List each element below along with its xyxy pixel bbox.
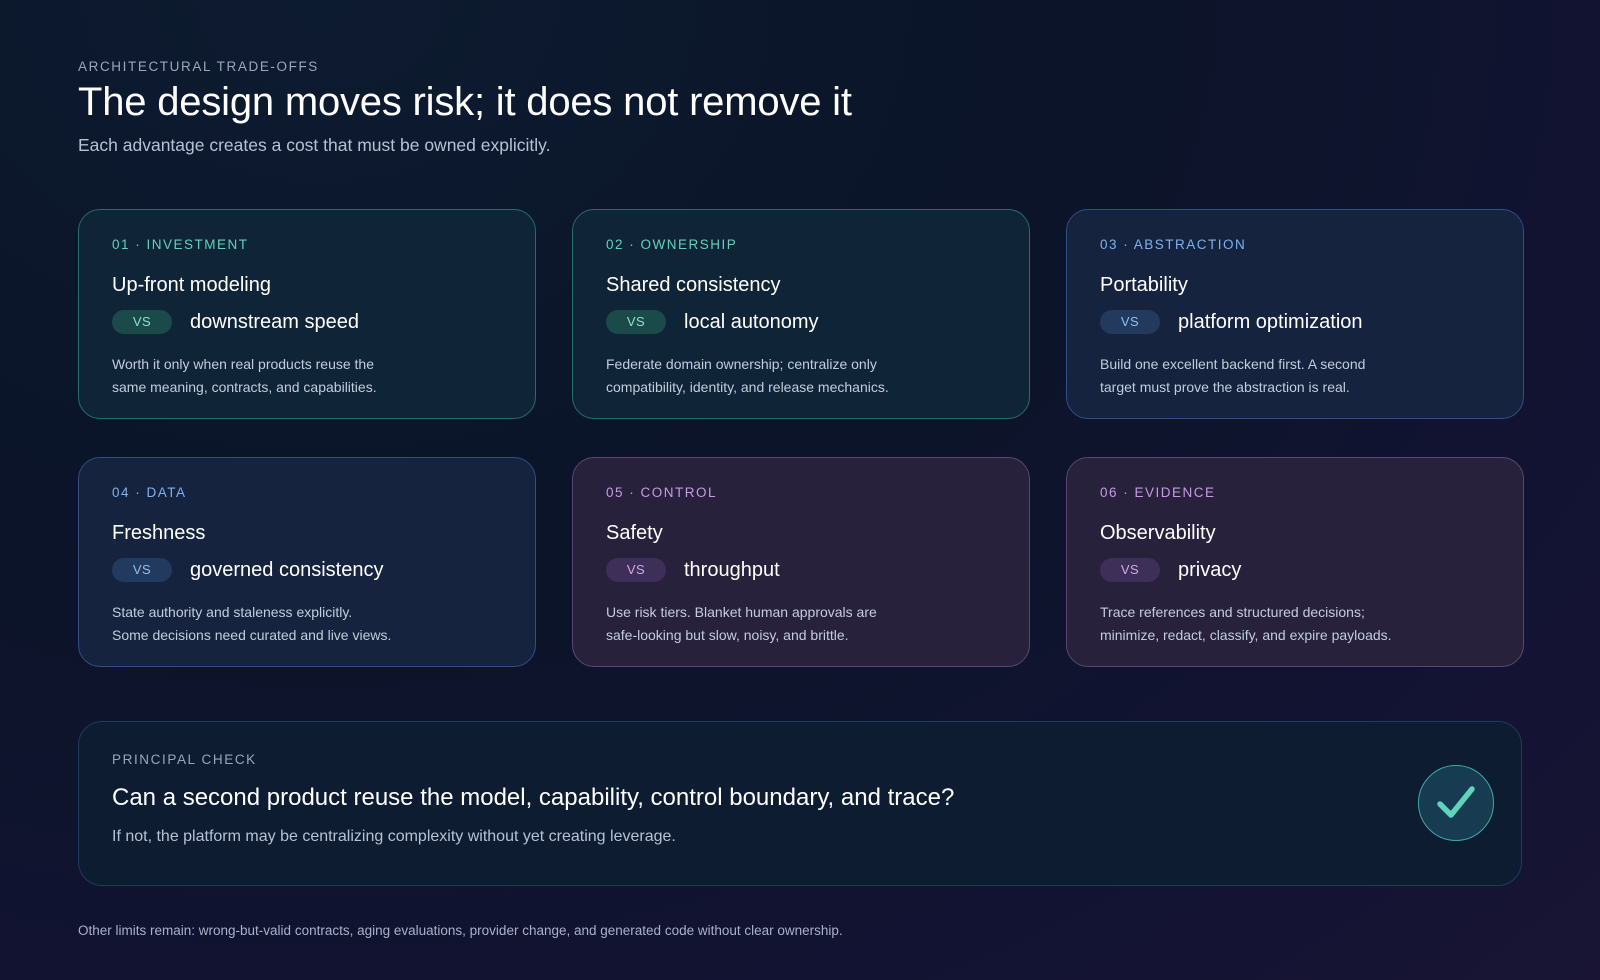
- card-description: State authority and staleness explicitly…: [112, 601, 442, 647]
- vs-badge: VS: [606, 558, 666, 582]
- card-title: Up-front modeling: [112, 274, 271, 296]
- page-subtitle: Each advantage creates a cost that must …: [78, 135, 551, 155]
- tradeoff-card-control: 05 · CONTROL Safety VS throughput Use ri…: [572, 457, 1030, 667]
- card-description-line: State authority and staleness explicitly…: [112, 604, 353, 620]
- tradeoff-card-abstraction: 03 · ABSTRACTION Portability VS platform…: [1066, 209, 1524, 419]
- card-label: 06 · EVIDENCE: [1100, 485, 1216, 500]
- card-counterpart: governed consistency: [190, 558, 384, 581]
- card-counterpart: local autonomy: [684, 310, 819, 333]
- check-icon: [1418, 765, 1494, 841]
- card-description: Federate domain ownership; centralize on…: [606, 353, 936, 399]
- vs-badge: VS: [606, 310, 666, 334]
- tradeoff-card-data: 04 · DATA Freshness VS governed consiste…: [78, 457, 536, 667]
- card-counterpart: downstream speed: [190, 310, 359, 333]
- card-description: Worth it only when real products reuse t…: [112, 353, 442, 399]
- tradeoff-card-evidence: 06 · EVIDENCE Observability VS privacy T…: [1066, 457, 1524, 667]
- vs-badge: VS: [112, 310, 172, 334]
- tradeoff-card-investment: 01 · INVESTMENT Up-front modeling VS dow…: [78, 209, 536, 419]
- vs-row: VS local autonomy: [606, 310, 996, 334]
- section-eyebrow: ARCHITECTURAL TRADE-OFFS: [78, 59, 319, 74]
- footer-note: Other limits remain: wrong-but-valid con…: [78, 923, 843, 938]
- principal-check-label: PRINCIPAL CHECK: [112, 752, 257, 767]
- card-counterpart: privacy: [1178, 558, 1242, 581]
- card-description-line: Use risk tiers. Blanket human approvals …: [606, 604, 877, 620]
- card-title: Portability: [1100, 274, 1188, 296]
- card-description-line: compatibility, identity, and release mec…: [606, 379, 889, 395]
- card-label: 01 · INVESTMENT: [112, 237, 249, 252]
- card-label: 03 · ABSTRACTION: [1100, 237, 1247, 252]
- card-description-line: Some decisions need curated and live vie…: [112, 627, 392, 643]
- principal-check-panel: PRINCIPAL CHECK Can a second product reu…: [78, 721, 1522, 886]
- tradeoff-card-ownership: 02 · OWNERSHIP Shared consistency VS loc…: [572, 209, 1030, 419]
- card-label: 02 · OWNERSHIP: [606, 237, 738, 252]
- vs-badge: VS: [1100, 558, 1160, 582]
- vs-badge: VS: [1100, 310, 1160, 334]
- vs-row: VS platform optimization: [1100, 310, 1490, 334]
- card-counterpart: platform optimization: [1178, 310, 1363, 333]
- page: ARCHITECTURAL TRADE-OFFS The design move…: [78, 0, 1524, 980]
- card-description-line: Trace references and structured decision…: [1100, 604, 1365, 620]
- card-counterpart: throughput: [684, 558, 780, 581]
- vs-row: VS privacy: [1100, 558, 1490, 582]
- card-description: Trace references and structured decision…: [1100, 601, 1430, 647]
- page-title: The design moves risk; it does not remov…: [78, 80, 852, 124]
- card-label: 04 · DATA: [112, 485, 187, 500]
- card-description: Build one excellent backend first. A sec…: [1100, 353, 1430, 399]
- card-description-line: target must prove the abstraction is rea…: [1100, 379, 1350, 395]
- vs-row: VS governed consistency: [112, 558, 502, 582]
- tradeoff-grid: 01 · INVESTMENT Up-front modeling VS dow…: [78, 209, 1524, 667]
- card-title: Safety: [606, 522, 663, 544]
- principal-check-note: If not, the platform may be centralizing…: [112, 828, 676, 845]
- card-description-line: safe-looking but slow, noisy, and brittl…: [606, 627, 849, 643]
- card-description-line: Build one excellent backend first. A sec…: [1100, 356, 1366, 372]
- vs-row: VS downstream speed: [112, 310, 502, 334]
- card-description-line: Worth it only when real products reuse t…: [112, 356, 374, 372]
- card-description-line: Federate domain ownership; centralize on…: [606, 356, 877, 372]
- vs-badge: VS: [112, 558, 172, 582]
- vs-row: VS throughput: [606, 558, 996, 582]
- check-icon-glyph: [1437, 786, 1475, 818]
- card-title: Observability: [1100, 522, 1216, 544]
- principal-check-question: Can a second product reuse the model, ca…: [112, 784, 955, 811]
- card-title: Freshness: [112, 522, 206, 544]
- card-description-line: same meaning, contracts, and capabilitie…: [112, 379, 377, 395]
- card-title: Shared consistency: [606, 274, 781, 296]
- card-description-line: minimize, redact, classify, and expire p…: [1100, 627, 1392, 643]
- card-description: Use risk tiers. Blanket human approvals …: [606, 601, 936, 647]
- card-label: 05 · CONTROL: [606, 485, 718, 500]
